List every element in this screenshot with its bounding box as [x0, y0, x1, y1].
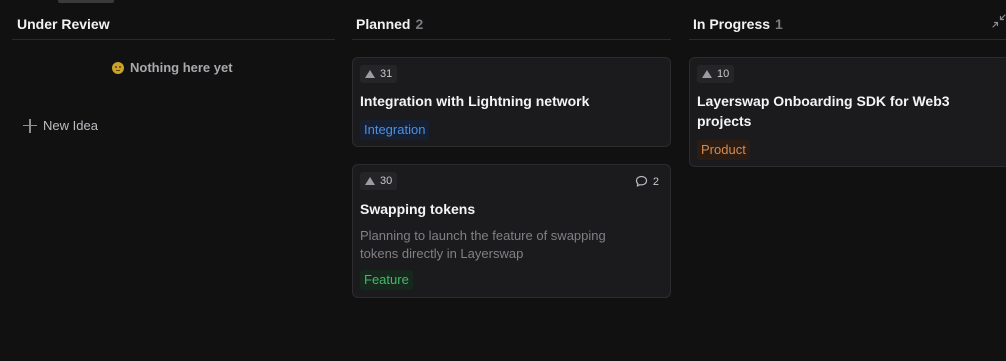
comment-count-value: 2 — [652, 175, 659, 188]
upvote-button[interactable]: 30 — [360, 172, 398, 190]
new-idea-button[interactable]: New Idea — [23, 118, 98, 133]
card-title: Layerswap Onboarding SDK for Web3 projec… — [697, 93, 950, 129]
card-description: Planning to launch the feature of swappi… — [360, 228, 606, 261]
column-title: Under Review — [17, 15, 110, 32]
tag-badge: Product — [697, 140, 750, 160]
triangle-up-icon — [365, 177, 375, 185]
comment-count: 2 — [635, 175, 659, 188]
plus-icon — [23, 118, 37, 133]
new-idea-label: New Idea — [43, 118, 98, 133]
column-under-review: Under Review Nothing here yet New Idea — [12, 0, 335, 133]
column-count: 1 — [775, 15, 783, 32]
upvote-button[interactable]: 10 — [697, 65, 735, 83]
idea-card[interactable]: 30 2 Swapping tokens Planning to launch … — [352, 164, 671, 298]
tag-badge: Feature — [360, 270, 413, 290]
vote-count: 31 — [380, 68, 393, 80]
triangle-up-icon — [365, 70, 375, 78]
column-header: Under Review — [12, 0, 335, 40]
upvote-button[interactable]: 31 — [360, 65, 398, 83]
idea-card[interactable]: 10 Layerswap Onboarding SDK for Web3 pro… — [689, 57, 1006, 167]
card-title: Swapping tokens — [360, 201, 476, 217]
column-planned: Planned 2 31 Integration with Lightning … — [352, 0, 671, 298]
tag-badge: Integration — [360, 120, 430, 140]
collapse-arrows-icon[interactable] — [992, 14, 1006, 28]
empty-state: Nothing here yet — [112, 60, 233, 75]
neutral-face-emoji-icon — [112, 61, 124, 74]
column-count: 2 — [415, 15, 424, 32]
roadmap-board: Under Review Nothing here yet New Idea P… — [0, 0, 1006, 361]
column-title: In Progress — [693, 15, 771, 32]
column-title: Planned — [356, 15, 411, 32]
comment-bubble-icon — [635, 175, 647, 187]
column-in-progress: In Progress 1 10 Layerswap Onboarding SD… — [689, 0, 1006, 167]
vote-count: 30 — [380, 175, 393, 187]
card-title: Integration with Lightning network — [360, 93, 590, 109]
idea-card[interactable]: 31 Integration with Lightning network In… — [352, 57, 671, 147]
column-header: In Progress 1 — [689, 0, 1006, 40]
empty-state-text: Nothing here yet — [130, 60, 233, 75]
triangle-up-icon — [702, 70, 712, 78]
column-header: Planned 2 — [352, 0, 671, 40]
vote-count: 10 — [717, 68, 730, 80]
